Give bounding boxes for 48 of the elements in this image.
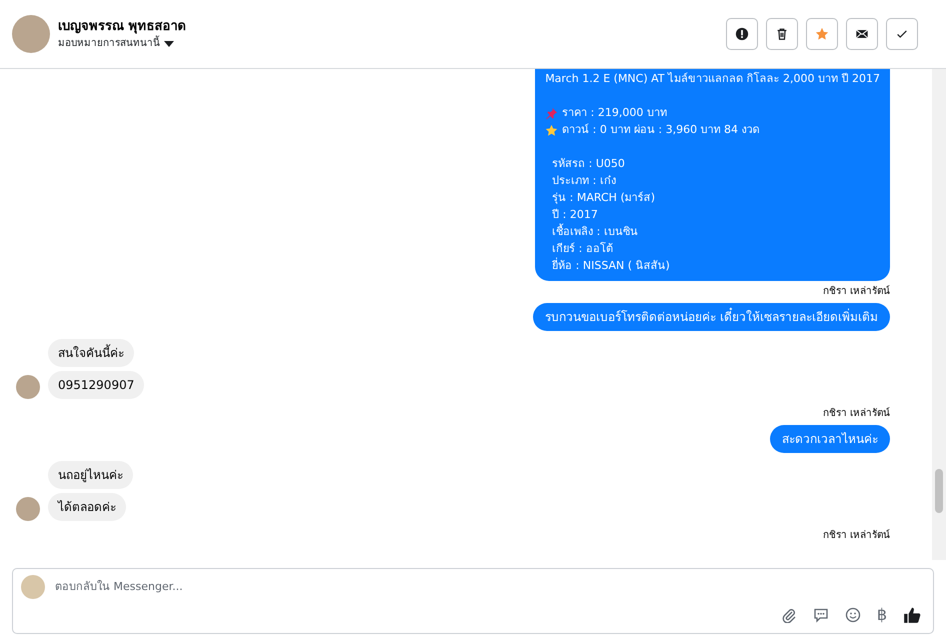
avatar-icon [21, 575, 45, 599]
message-bubble: 0951290907 [48, 371, 144, 399]
chat-button[interactable] [812, 607, 829, 623]
paperclip-icon [780, 607, 797, 623]
currency-button[interactable]: ฿ [876, 603, 887, 627]
sender-name: กชิรา เหล่ารัตน์ [822, 407, 890, 421]
message-bubble: ได้ตลอดค่ะ [48, 493, 126, 521]
message-line: เกียร์ : ออโต้ [551, 241, 613, 258]
thumbs-up-icon [903, 606, 921, 624]
star-icon [545, 124, 558, 137]
message-line: เชื้อเพลิง : เบนซิน [551, 224, 638, 240]
envelope-icon [855, 27, 869, 41]
message-line: ประเภท : เก๋ง [551, 173, 616, 190]
contact-name: เบญจพรรณ พุทธสอาด [58, 18, 186, 36]
sender-name: กชิรา เหล่ารัตน์ [822, 529, 890, 543]
caret-icon [164, 40, 174, 47]
emoji-button[interactable] [844, 607, 861, 623]
scrollbar[interactable] [932, 69, 946, 560]
message-line: ราคา : 219,000 บาท [562, 105, 667, 122]
message-bubble: สนใจคันนี้ค่ะ [48, 339, 134, 367]
message-line: รหัสรถ : U050 [551, 156, 625, 172]
alert-button[interactable] [726, 18, 758, 50]
avatar-photo [12, 15, 50, 53]
trash-button[interactable] [766, 18, 798, 50]
message-line: รุ่น : MARCH (มาร์ส) [551, 190, 656, 206]
avatar-photo [16, 497, 40, 521]
mail-button[interactable] [846, 18, 878, 50]
message-line: ปี : 2017 [551, 207, 598, 224]
message-bubble: รบกวนขอเบอร์โทรติดต่อหน่อยค่ะ เดี๋ยวให้เซลรายละเอียดเพิ่มเติม [533, 303, 890, 331]
assign-dropdown[interactable]: มอบหมายการสนทนานี้ [58, 36, 186, 52]
message-bubble: นถอยู่ไหนค่ะ [48, 461, 133, 489]
message-line: ยี่ห้อ : NISSAN ( นิสสัน) [551, 258, 670, 274]
scrollbar-thumb[interactable] [935, 469, 943, 513]
reply-field[interactable]: ตอบกลับใน Messenger... ฿ [12, 568, 934, 634]
alert-icon [735, 27, 749, 41]
sender-name: กชิรา เหล่ารัตน์ [822, 285, 890, 299]
like-button[interactable] [903, 606, 921, 624]
speech-bubble-icon [812, 607, 829, 623]
star-button[interactable] [806, 18, 838, 50]
message-line: March 1.2 E (MNC) AT ไมล์ขาวแลกลด กิโลละ 2,000 บาท ปี 2017 [545, 71, 880, 88]
avatar-photo [16, 375, 40, 399]
smiley-icon [844, 607, 861, 623]
pin-icon [545, 107, 558, 120]
attach-button[interactable] [780, 607, 797, 623]
check-button[interactable] [886, 18, 918, 50]
message-bubble: สะดวกเวลาไหนค่ะ [770, 425, 890, 453]
message-line: ดาวน์ : 0 บาท ผ่อน : 3,960 บาท 84 งวด [562, 122, 760, 138]
trash-icon [775, 27, 789, 41]
